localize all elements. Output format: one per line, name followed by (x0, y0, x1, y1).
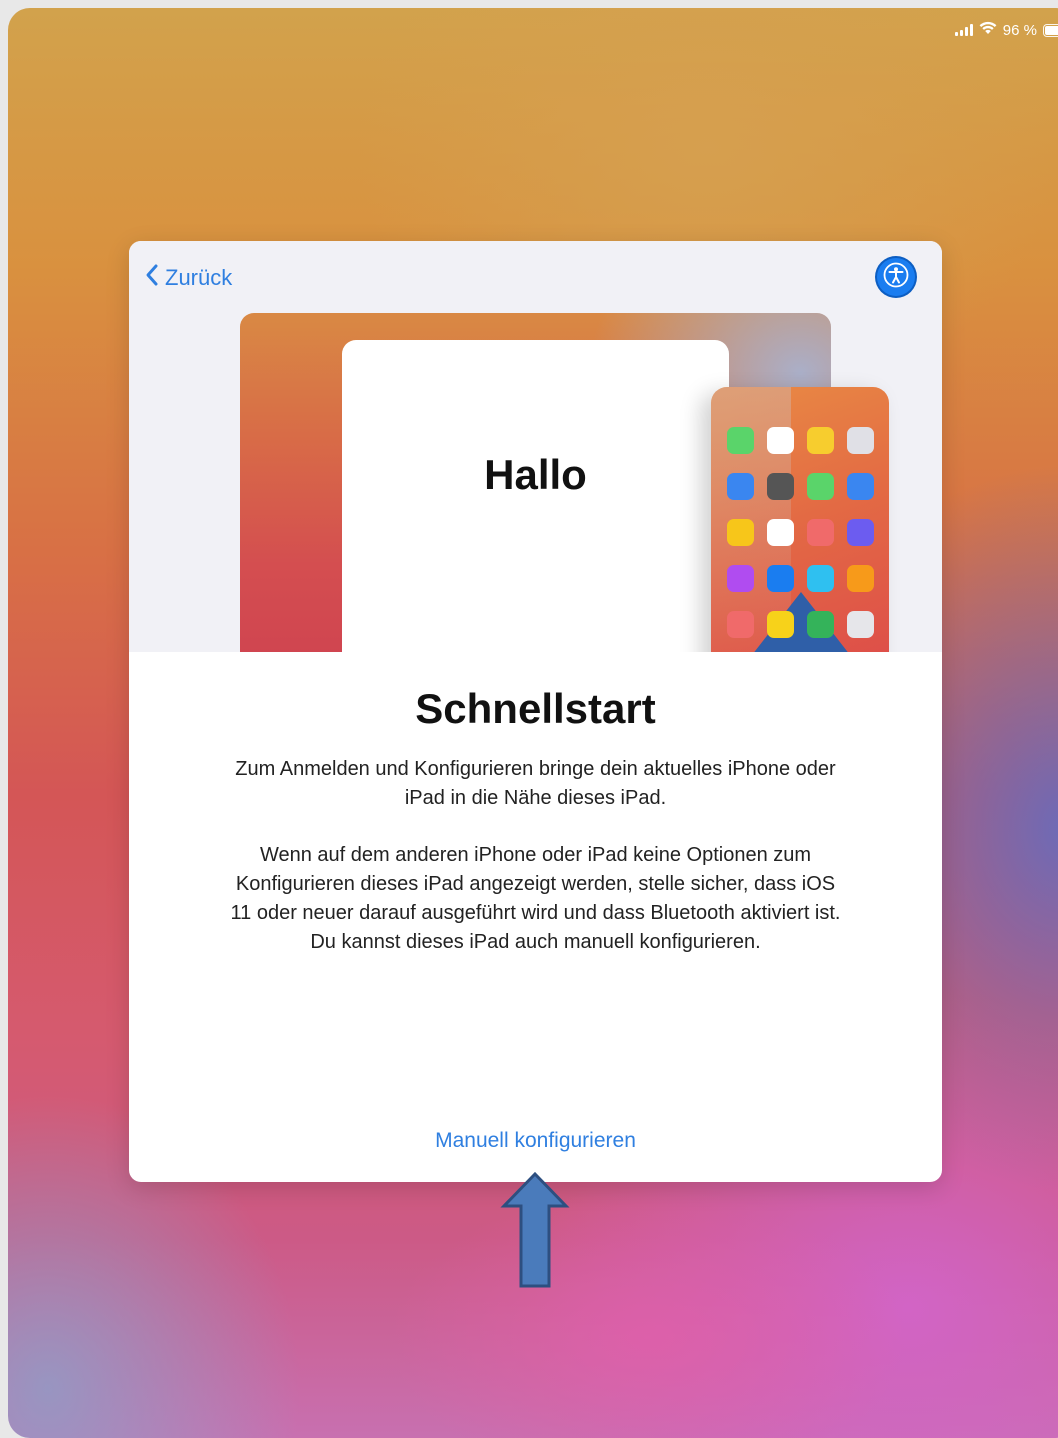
app-icon (767, 427, 794, 454)
instruction-text: Zum Anmelden und Konfigurieren bringe de… (235, 758, 836, 809)
app-icon (727, 519, 754, 546)
app-icon (847, 519, 874, 546)
back-label: Zurück (165, 265, 233, 290)
app-icon (807, 519, 834, 546)
app-icon (767, 611, 794, 638)
app-icon (807, 473, 834, 500)
chevron-left-icon (145, 263, 159, 293)
app-icon (807, 565, 834, 592)
app-icon (767, 473, 794, 500)
app-icon (807, 427, 834, 454)
app-icon (767, 565, 794, 592)
wifi-icon (979, 21, 997, 39)
app-icon (807, 611, 834, 638)
phone-illustration (711, 387, 889, 652)
manual-setup-link[interactable]: Manuell konfigurieren (129, 1129, 942, 1153)
app-icon (847, 427, 874, 454)
accessibility-button[interactable] (877, 258, 915, 296)
hallo-card: Hallo (342, 340, 729, 652)
annotation-arrow-up-icon (500, 1171, 570, 1288)
back-button[interactable]: Zurück (145, 263, 232, 293)
app-icon (847, 473, 874, 500)
battery-fill (1045, 25, 1058, 35)
status-bar: 96 % (954, 20, 1058, 40)
battery-icon (1043, 23, 1058, 37)
app-icon (847, 565, 874, 592)
page-title: Schnellstart (415, 685, 656, 732)
greeting-text: Hallo (484, 451, 587, 498)
app-icon (767, 519, 794, 546)
signal-icon (954, 24, 973, 36)
hero-illustration: Hallo Zurück (129, 241, 942, 652)
help-text: Wenn auf dem anderen iPhone oder iPad ke… (230, 844, 841, 953)
accessibility-icon (883, 262, 909, 293)
app-icon (727, 473, 754, 500)
quick-start-sheet: Hallo Zurück Schnellstart Zum Anmelden u… (129, 241, 942, 1182)
app-icon (847, 611, 874, 638)
app-icon (727, 427, 754, 454)
battery-text: 96 % (1002, 21, 1037, 39)
app-icon (727, 565, 754, 592)
app-icon (727, 611, 754, 638)
app-icon-grid (727, 427, 874, 638)
